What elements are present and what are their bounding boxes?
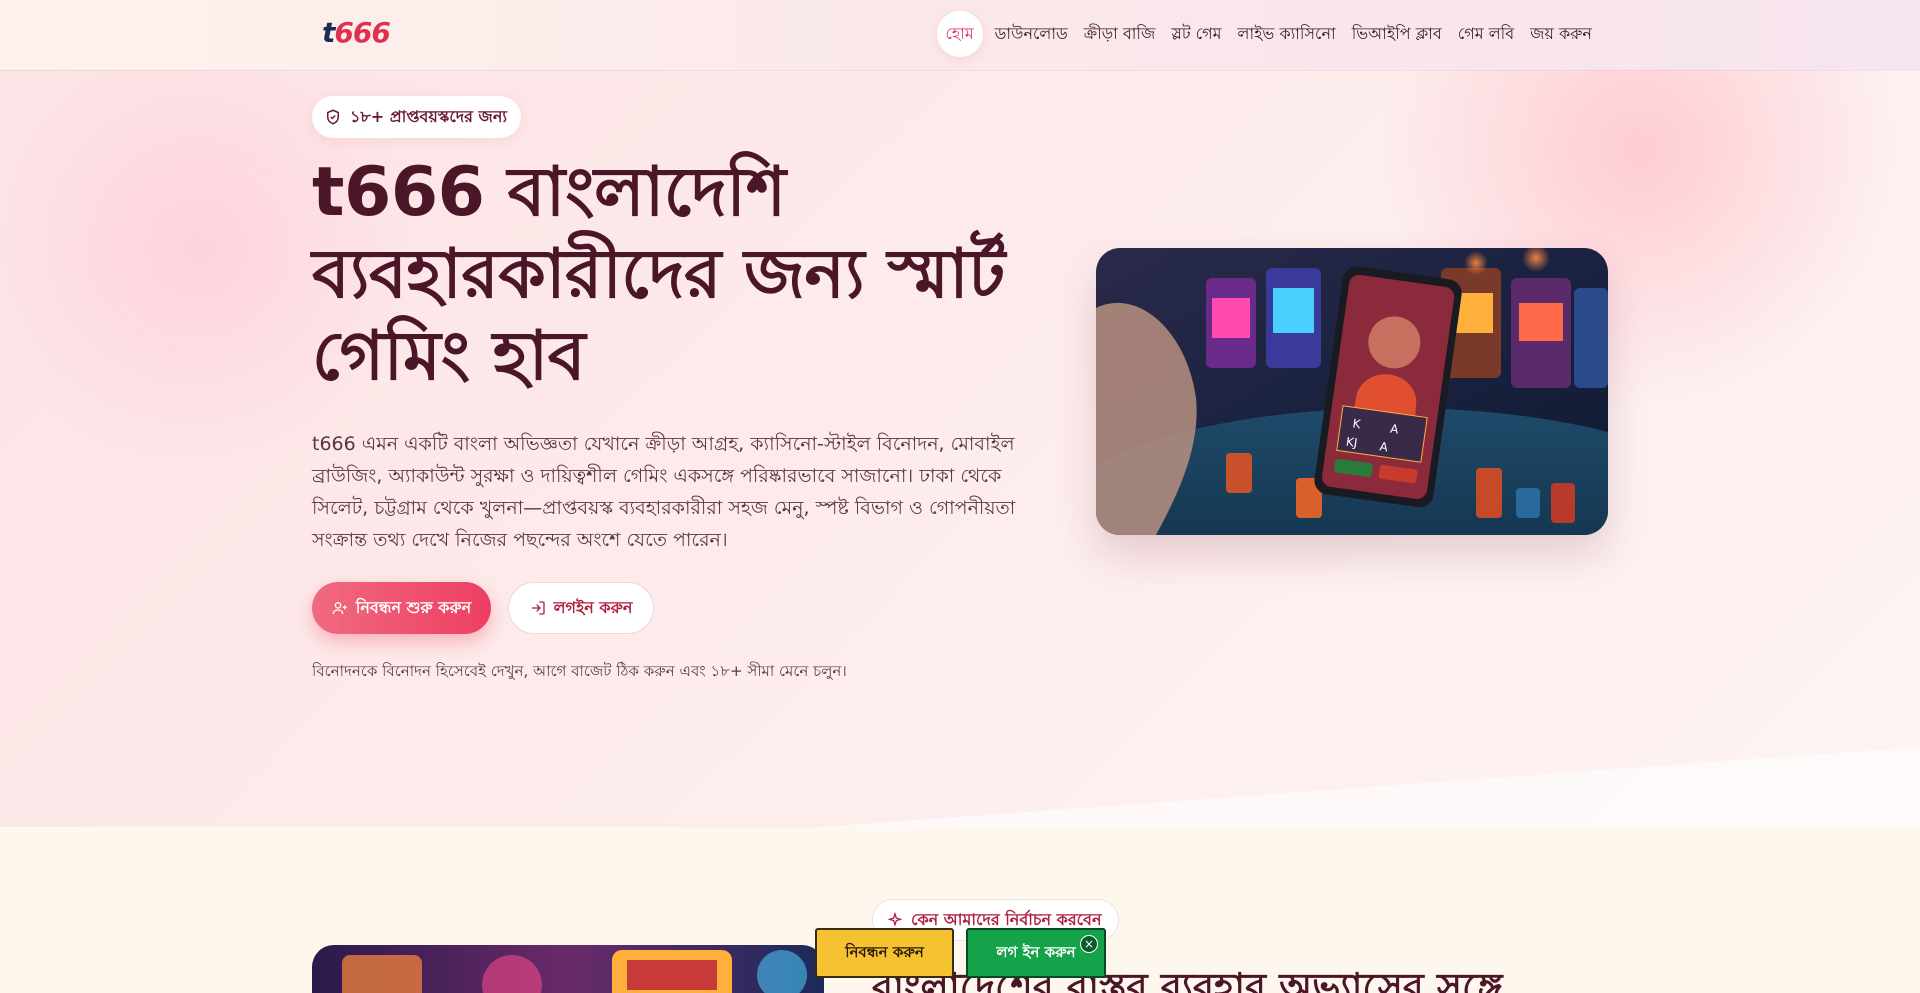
slot-machine-illustration xyxy=(312,945,824,993)
nav-item-sports-betting[interactable]: ক্রীড়া বাজি xyxy=(1076,11,1164,57)
section2-slot-image xyxy=(312,945,824,993)
main-nav: হোম ডাউনলোড ক্রীড়া বাজি স্লট গেম লাইভ ক… xyxy=(936,11,1600,57)
nav-item-vip-club[interactable]: ভিআইপি ক্লাব xyxy=(1344,11,1450,57)
casino-illustration: K A KJ A xyxy=(1096,248,1608,535)
close-icon[interactable]: × xyxy=(1080,935,1098,953)
logo[interactable]: t666 xyxy=(322,16,391,49)
hero-casino-image: K A KJ A xyxy=(1096,248,1608,535)
login-icon xyxy=(531,601,545,615)
site-header: t666 হোম ডাউনলোড ক্রীড়া বাজি স্লট গেম ল… xyxy=(0,0,1920,70)
logo-accent: 666 xyxy=(334,16,390,49)
start-registration-button[interactable]: নিবন্ধন শুরু করুন xyxy=(312,582,491,634)
logo-text: t xyxy=(322,16,335,49)
nav-item-download[interactable]: ডাউনলোড xyxy=(987,11,1076,57)
age-badge-label: ১৮+ প্রাপ্তবয়স্কদের জন্য xyxy=(350,106,508,126)
shield-icon xyxy=(327,109,339,125)
hero-description: t666 এমন একটি বাংলা অভিজ্ঞতা যেখানে ক্রী… xyxy=(312,433,1016,551)
login-label: লগইন করুন xyxy=(553,597,633,617)
hero-decorative-wedge xyxy=(820,747,1920,827)
nav-item-slot-games[interactable]: স্লট গেম xyxy=(1163,11,1229,57)
login-button[interactable]: লগইন করুন xyxy=(508,582,654,634)
user-plus-icon xyxy=(332,602,347,615)
nav-item-game-lobby[interactable]: গেম লবি xyxy=(1450,11,1522,57)
sticky-register-button[interactable]: নিবন্ধন করুন xyxy=(815,928,954,978)
start-registration-label: নিবন্ধন শুরু করুন xyxy=(355,597,472,617)
hero-title: t666 বাংলাদেশি ব্যবহারকারীদের জন্য স্মার… xyxy=(312,153,1005,396)
responsible-gaming-note: বিনোদনকে বিনোদন হিসেবেই দেখুন, আগে বাজেট… xyxy=(312,662,847,680)
svg-text:KJ: KJ xyxy=(1345,435,1358,450)
nav-item-live-casino[interactable]: লাইভ ক্যাসিনো xyxy=(1230,11,1344,57)
sparkle-icon xyxy=(887,912,903,927)
nav-item-home[interactable]: হোম xyxy=(936,11,983,57)
age-badge: ১৮+ প্রাপ্তবয়স্কদের জন্য xyxy=(312,96,522,138)
nav-item-win[interactable]: জয় করুন xyxy=(1522,11,1600,57)
